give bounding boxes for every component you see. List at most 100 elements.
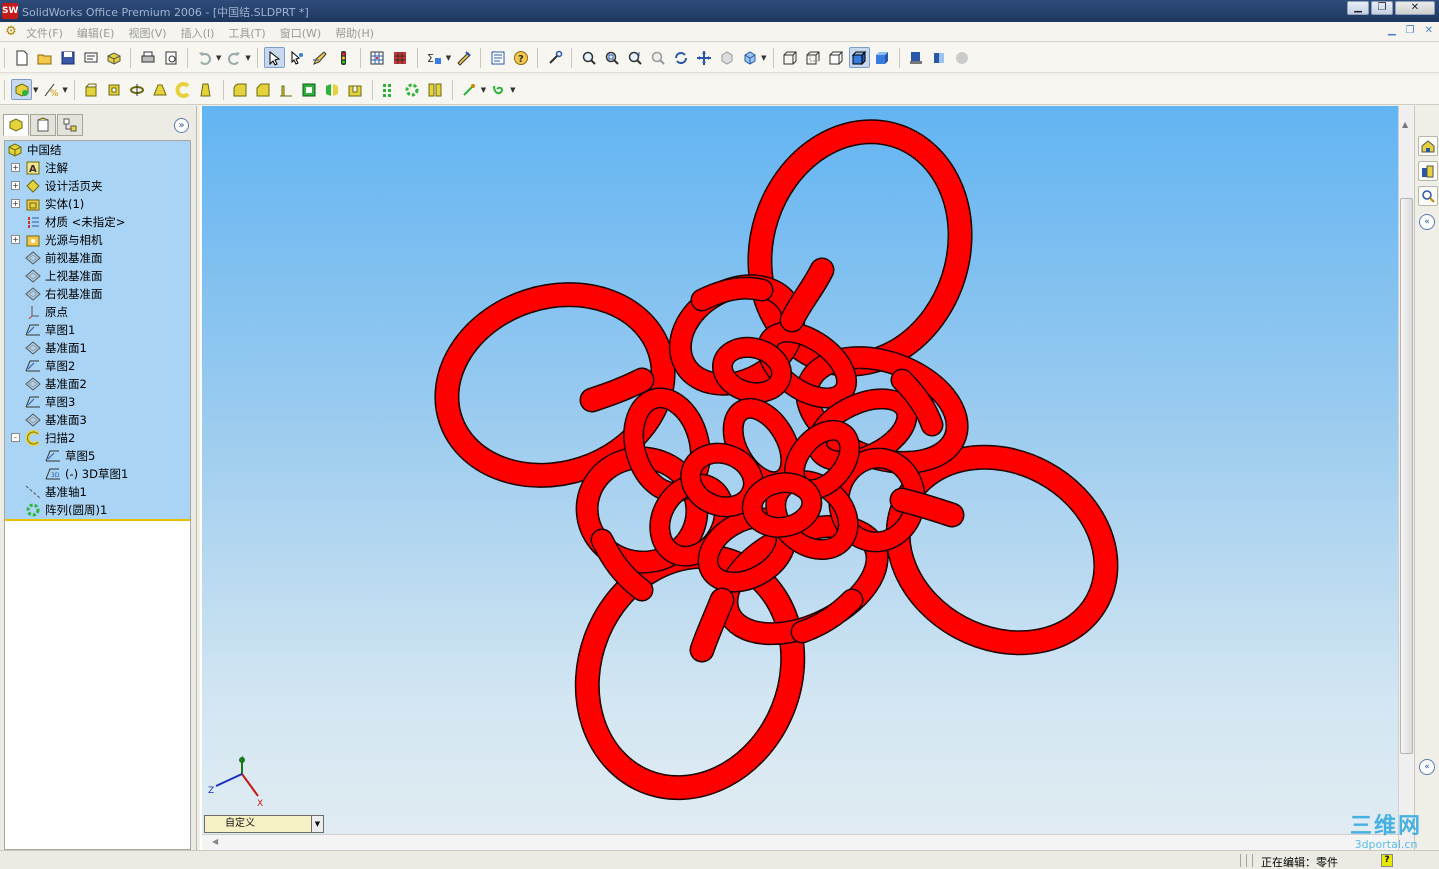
graphics-area[interactable]: Y X Z 自定义 ▼ ◀ [200, 106, 1398, 850]
menu-window[interactable]: 窗口(W) [280, 25, 321, 41]
menu-view[interactable]: 视图(V) [128, 25, 166, 41]
tree-item[interactable]: 草图3 [25, 393, 75, 411]
shell-button[interactable] [299, 79, 320, 100]
tree-item[interactable]: 阵列(圆周)1 [25, 501, 107, 519]
undo-button[interactable] [194, 47, 215, 68]
select-button[interactable] [263, 47, 285, 68]
hole-wizard-button[interactable] [345, 79, 366, 100]
task-pane-collapse-icon[interactable]: « [1419, 759, 1435, 775]
extruded-cut-button[interactable] [104, 79, 125, 100]
sketch-tools-button[interactable]: % [40, 79, 61, 100]
sketch-tools-dropdown-icon[interactable]: ▼ [62, 86, 67, 94]
collapse-panel-button[interactable]: » [174, 118, 189, 133]
tree-item[interactable]: 前视基准面 [25, 249, 103, 267]
view-orientation-button[interactable] [739, 47, 760, 68]
redo-button[interactable] [223, 47, 244, 68]
tree-item[interactable]: 扫描2 [25, 429, 75, 447]
tree-item[interactable]: 实体(1) [25, 195, 84, 213]
tree-item[interactable]: 基准面3 [25, 411, 87, 429]
close-button[interactable]: ✕ [1395, 1, 1435, 15]
rib-button[interactable] [276, 79, 297, 100]
sweep-button[interactable] [173, 79, 194, 100]
shaded-button[interactable] [872, 47, 893, 68]
wireframe-button[interactable] [780, 47, 801, 68]
status-help-icon[interactable]: ? [1381, 854, 1393, 867]
whats-wrong-button[interactable] [544, 47, 565, 68]
view-orientation-select[interactable]: 自定义 ▼ [204, 815, 324, 833]
scroll-up-icon[interactable]: ▲ [1402, 120, 1408, 129]
save-button[interactable] [57, 47, 78, 68]
curves-button[interactable] [488, 79, 509, 100]
loft-button[interactable] [150, 79, 171, 100]
menu-edit[interactable]: 编辑(E) [77, 25, 115, 41]
tree-root-part[interactable]: 中国结 [7, 141, 62, 159]
rotate-view-button[interactable] [670, 47, 691, 68]
linear-pattern-button[interactable] [379, 79, 400, 100]
task-pane-library-button[interactable] [1418, 161, 1438, 181]
sketch-relations-button[interactable] [459, 79, 480, 100]
scroll-left-icon[interactable]: ◀ [212, 837, 218, 846]
tree-expander-icon[interactable]: + [11, 181, 20, 190]
tree-item[interactable]: 草图2 [25, 357, 75, 375]
command-manager-features-button[interactable] [11, 79, 32, 100]
revolve-button[interactable] [127, 79, 148, 100]
view-orientation-dropdown-icon[interactable]: ▼ [761, 54, 766, 62]
tree-item[interactable]: 上视基准面 [25, 267, 103, 285]
preview-button[interactable] [160, 47, 181, 68]
doc-restore-button[interactable]: ❐ [1406, 25, 1415, 36]
relations-dropdown-icon[interactable]: ▼ [481, 86, 486, 94]
equations-button[interactable]: Σ [424, 47, 445, 68]
mirror-button[interactable] [322, 79, 343, 100]
draft-button[interactable] [196, 79, 217, 100]
tree-item[interactable]: 材质 <未指定> [25, 213, 125, 231]
extruded-boss-button[interactable] [81, 79, 102, 100]
tree-item[interactable]: 设计活页夹 [25, 177, 103, 195]
shaded-with-edges-button[interactable] [848, 47, 870, 68]
tree-item[interactable]: 基准面2 [25, 375, 87, 393]
tree-item[interactable]: 草图1 [25, 321, 75, 339]
doc-close-button[interactable]: ✕ [1425, 25, 1433, 36]
new-document-button[interactable] [11, 47, 32, 68]
zoom-to-area-button[interactable] [601, 47, 622, 68]
chevron-down-icon[interactable]: ▼ [311, 816, 323, 832]
fillet-button[interactable] [230, 79, 251, 100]
property-manager-tab[interactable] [30, 114, 56, 136]
menu-insert[interactable]: 插入(I) [181, 25, 215, 41]
tree-item[interactable]: 草图5 [45, 447, 95, 465]
restore-button[interactable]: ❐ [1371, 1, 1393, 15]
curves-dropdown-icon[interactable]: ▼ [510, 86, 515, 94]
zoom-to-fit-button[interactable] [578, 47, 599, 68]
tree-item[interactable]: 基准面1 [25, 339, 87, 357]
shadows-button[interactable] [906, 47, 927, 68]
tree-item[interactable]: 3D (-) 3D草图1 [45, 465, 128, 483]
tree-item[interactable]: 原点 [25, 303, 68, 321]
minimize-button[interactable]: ▁ [1347, 1, 1369, 15]
tree-expander-icon[interactable]: - [11, 433, 20, 442]
doc-minimize-button[interactable]: ▁ [1388, 25, 1396, 36]
equations-dropdown-icon[interactable]: ▼ [446, 54, 451, 62]
print-button[interactable] [137, 47, 158, 68]
task-pane-home-button[interactable] [1418, 136, 1438, 156]
3d-drawing-view-button[interactable] [716, 47, 737, 68]
task-pane-expand-icon[interactable]: « [1419, 214, 1435, 230]
select-other-button[interactable] [287, 47, 308, 68]
make-assembly-button[interactable] [103, 47, 124, 68]
realview-button[interactable] [952, 47, 973, 68]
undo-dropdown-icon[interactable]: ▼ [216, 54, 221, 62]
options-button[interactable] [367, 47, 388, 68]
vertical-scrollbar[interactable]: ▲ [1398, 106, 1414, 850]
pan-button[interactable] [693, 47, 714, 68]
tree-item[interactable]: A 注解 [25, 159, 68, 177]
command-manager-dropdown-icon[interactable]: ▼ [33, 86, 38, 94]
scrollbar-thumb[interactable] [1400, 198, 1413, 754]
part-document-icon[interactable]: ⚙ [3, 24, 19, 40]
tree-item[interactable]: 光源与相机 [25, 231, 103, 249]
menu-help[interactable]: 帮助(H) [335, 25, 374, 41]
tree-item[interactable]: 基准轴1 [25, 483, 87, 501]
edit-appearance-button[interactable] [390, 47, 411, 68]
configuration-manager-tab[interactable] [57, 114, 83, 136]
tree-expander-icon[interactable]: + [11, 235, 20, 244]
section-view-button[interactable] [929, 47, 950, 68]
zoom-to-selection-button[interactable] [647, 47, 668, 68]
reference-geometry-button[interactable] [425, 79, 446, 100]
